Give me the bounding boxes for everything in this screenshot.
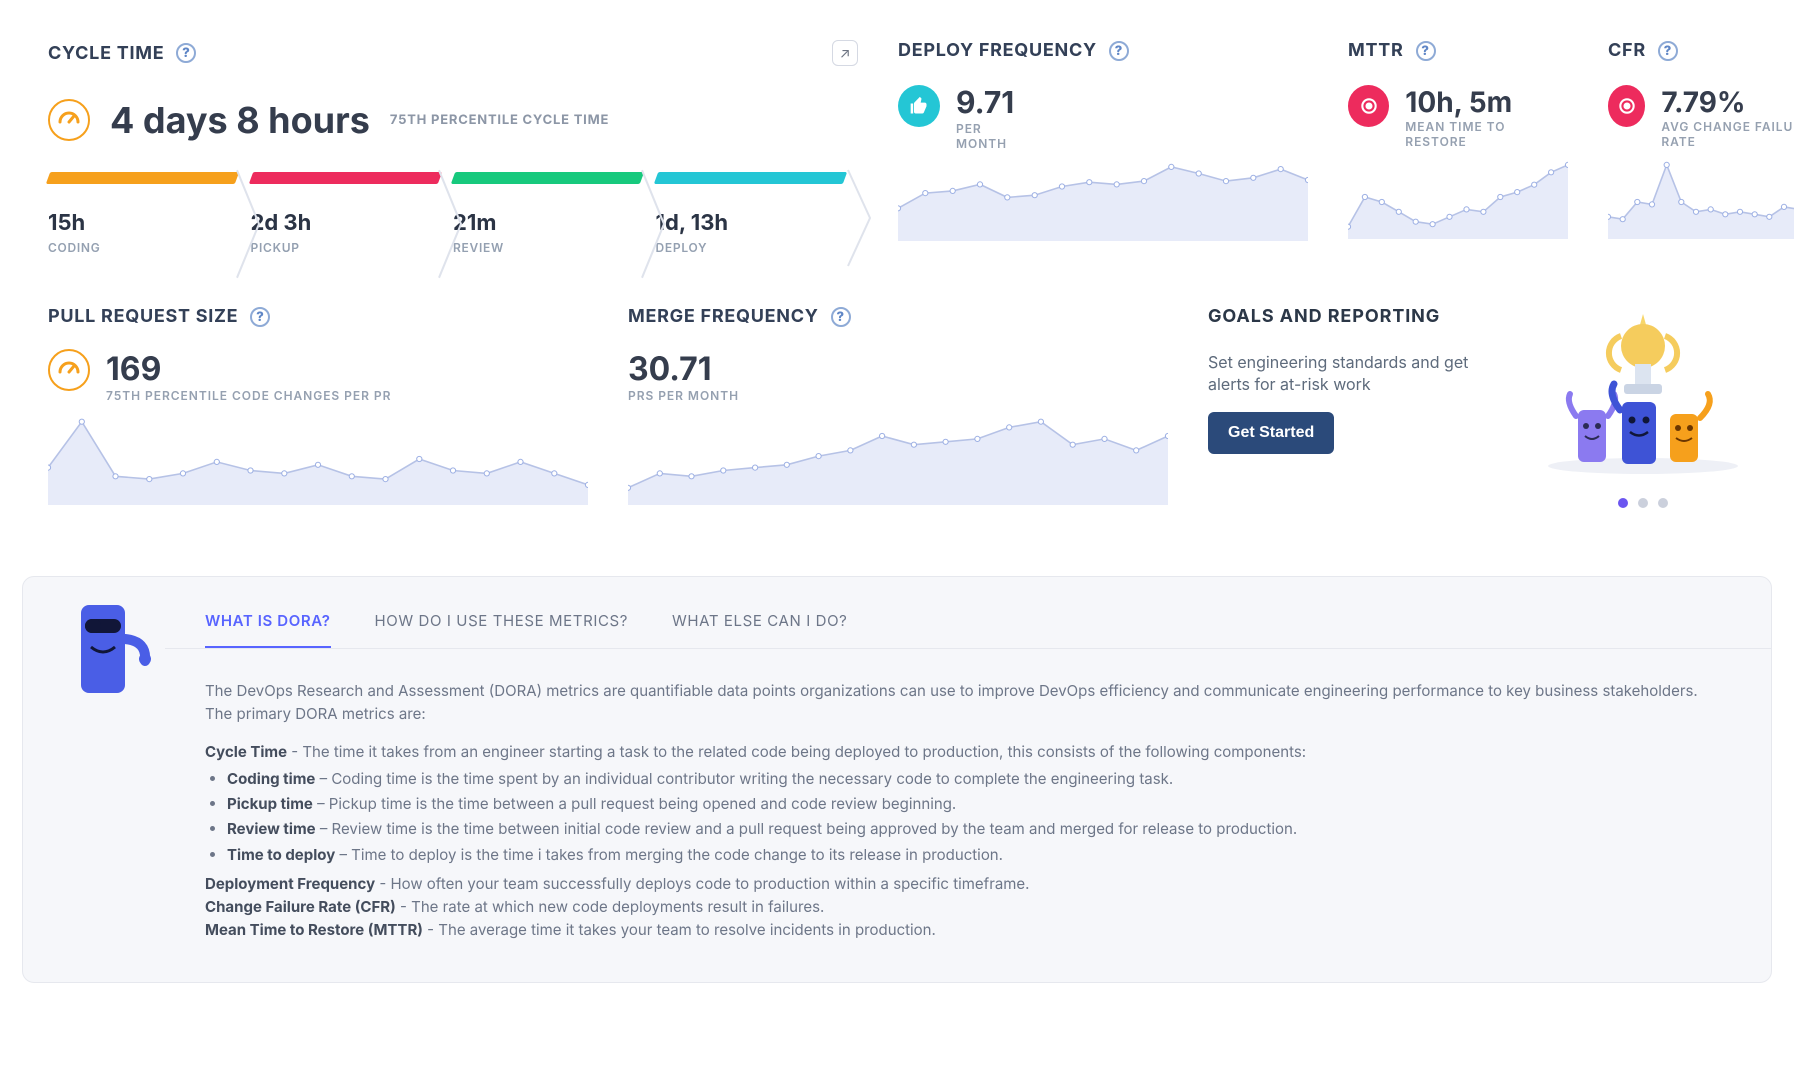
deploy-frequency-value: 9.71	[956, 85, 1014, 121]
info-tabs: WHAT IS DORA? HOW DO I USE THESE METRICS?…	[165, 595, 1771, 649]
phase-coding: 15hCODING	[48, 172, 251, 262]
pr-size-card: PULL REQUEST SIZE ? 169 75TH PERCENTILE …	[48, 306, 588, 508]
phase-deploy: 1d, 13hDEPLOY	[656, 172, 859, 262]
merge-frequency-value: 30.71	[628, 349, 1168, 388]
cfr-value: 7.79%	[1661, 85, 1794, 119]
goals-card: GOALS AND REPORTING Set engineering stan…	[1208, 306, 1748, 508]
cycle-time-value: 4 days 8 hours	[110, 98, 370, 142]
gauge-icon	[48, 349, 90, 391]
cycle-time-card: CYCLE TIME ? ↗ 4 days 8 hours 75TH PERCE…	[48, 40, 858, 262]
info-panel: WHAT IS DORA? HOW DO I USE THESE METRICS?…	[22, 576, 1772, 983]
help-icon[interactable]: ?	[1109, 41, 1129, 61]
help-icon[interactable]: ?	[250, 307, 270, 327]
mttr-title: MTTR ?	[1348, 40, 1568, 61]
pr-size-chart	[48, 415, 588, 505]
info-bullet: Review time – Review time is the time be…	[227, 817, 1707, 840]
carousel-dot[interactable]	[1638, 498, 1648, 508]
info-cycle-time-def: Cycle Time - The time it takes from an e…	[205, 740, 1707, 763]
info-def: Mean Time to Restore (MTTR) - The averag…	[205, 918, 1707, 941]
pr-size-title: PULL REQUEST SIZE ?	[48, 306, 588, 327]
goals-description: Set engineering standards and get alerts…	[1208, 351, 1508, 396]
deploy-frequency-title: DEPLOY FREQUENCY ?	[898, 40, 1308, 61]
info-def: Change Failure Rate (CFR) - The rate at …	[205, 895, 1707, 918]
info-body: The DevOps Research and Assessment (DORA…	[23, 649, 1771, 982]
trophy-illustration	[1538, 306, 1748, 476]
cycle-time-title: CYCLE TIME ?	[48, 43, 196, 64]
info-def: Deployment Frequency - How often your te…	[205, 872, 1707, 895]
tab-1[interactable]: HOW DO I USE THESE METRICS?	[375, 595, 628, 648]
merge-frequency-card: MERGE FREQUENCY ? 30.71 PRS PER MONTH	[628, 306, 1168, 508]
goals-title: GOALS AND REPORTING	[1208, 306, 1508, 327]
help-icon[interactable]: ?	[1416, 41, 1436, 61]
info-bullet: Time to deploy – Time to deploy is the t…	[227, 843, 1707, 866]
target-icon	[1348, 85, 1389, 127]
expand-icon[interactable]: ↗	[832, 40, 858, 66]
tab-0[interactable]: WHAT IS DORA?	[205, 595, 331, 648]
cycle-time-subtitle: 75TH PERCENTILE CYCLE TIME	[390, 112, 609, 128]
mttr-value: 10h, 5m	[1405, 85, 1568, 119]
carousel-dot[interactable]	[1618, 498, 1628, 508]
info-definitions: Deployment Frequency - How often your te…	[205, 872, 1707, 942]
pr-size-value: 169	[106, 349, 391, 388]
cfr-title: CFR ?	[1608, 40, 1794, 61]
help-icon[interactable]: ?	[831, 307, 851, 327]
get-started-button[interactable]: Get Started	[1208, 412, 1334, 454]
cfr-card: CFR ? 7.79% AVG CHANGE FAILURE RATE	[1608, 40, 1794, 262]
help-icon[interactable]: ?	[1658, 41, 1678, 61]
deploy-frequency-chart	[898, 161, 1308, 241]
info-bullets: Coding time – Coding time is the time sp…	[205, 767, 1707, 866]
tab-2[interactable]: WHAT ELSE CAN I DO?	[672, 595, 847, 648]
carousel-dots	[1538, 498, 1748, 508]
help-icon[interactable]: ?	[176, 43, 196, 63]
mascot-icon	[71, 599, 155, 703]
mttr-card: MTTR ? 10h, 5m MEAN TIME TO RESTORE	[1348, 40, 1568, 262]
carousel-dot[interactable]	[1658, 498, 1668, 508]
phase-pickup: 2d 3hPICKUP	[251, 172, 454, 262]
target-icon	[1608, 85, 1645, 127]
merge-frequency-chart	[628, 415, 1168, 505]
cycle-time-title-text: CYCLE TIME	[48, 43, 164, 64]
merge-frequency-title: MERGE FREQUENCY ?	[628, 306, 1168, 327]
mttr-chart	[1348, 159, 1568, 239]
thumbs-up-icon	[898, 85, 940, 127]
info-bullet: Pickup time – Pickup time is the time be…	[227, 792, 1707, 815]
cycle-time-phases: 15hCODING2d 3hPICKUP21mREVIEW1d, 13hDEPL…	[48, 172, 858, 262]
phase-review: 21mREVIEW	[453, 172, 656, 262]
cfr-chart	[1608, 159, 1794, 239]
gauge-icon	[48, 99, 90, 141]
info-bullet: Coding time – Coding time is the time sp…	[227, 767, 1707, 790]
deploy-frequency-card: DEPLOY FREQUENCY ? 9.71 PER MONTH	[898, 40, 1308, 262]
info-intro: The DevOps Research and Assessment (DORA…	[205, 679, 1707, 726]
